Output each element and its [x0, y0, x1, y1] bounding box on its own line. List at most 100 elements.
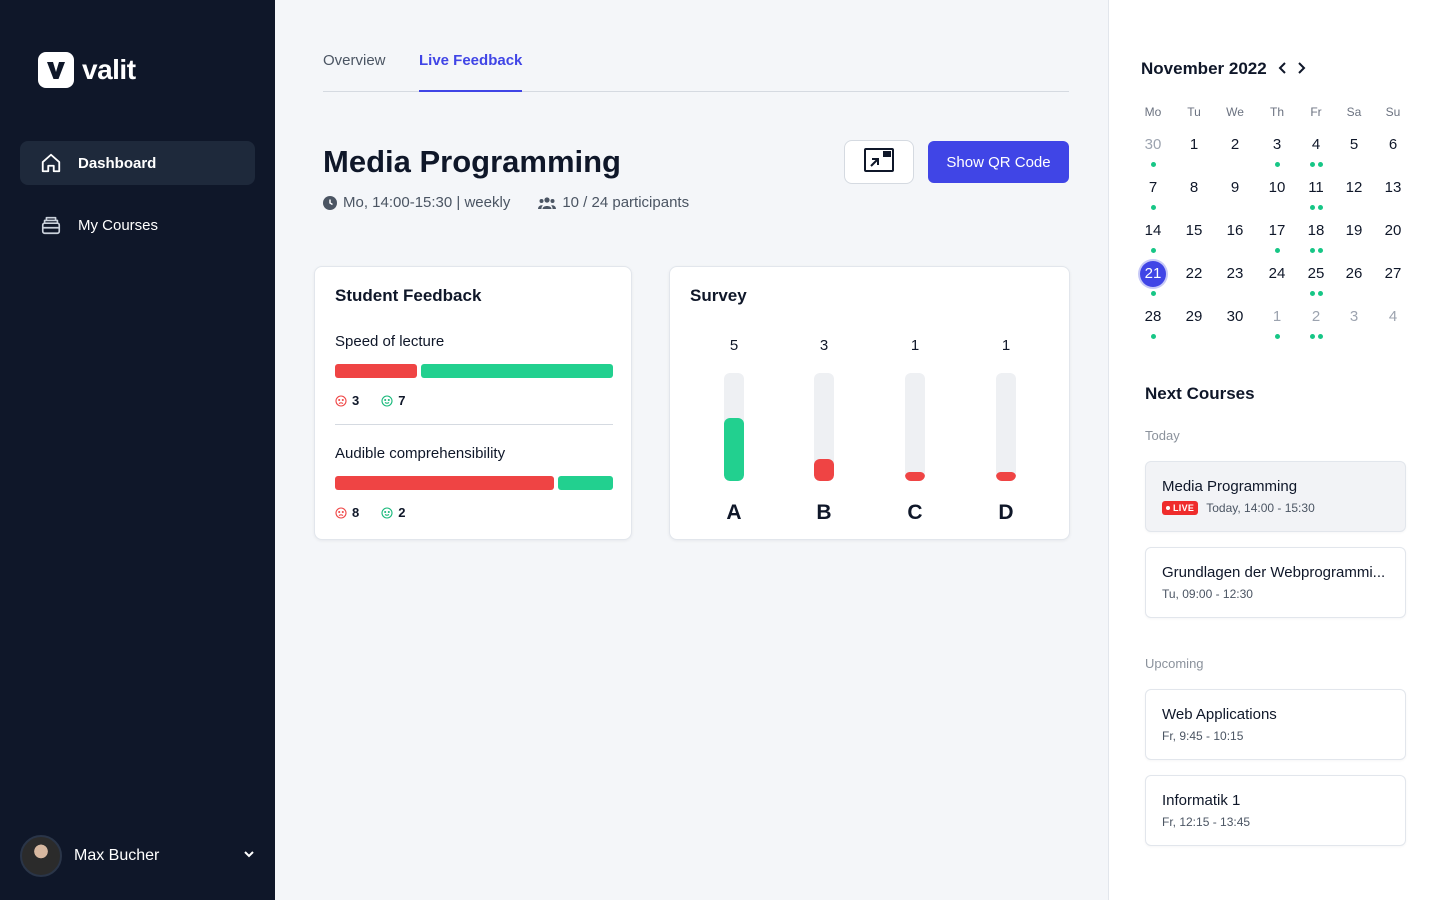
card-title: Student Feedback — [335, 286, 482, 305]
page-title: Media Programming — [323, 144, 621, 179]
present-icon — [863, 147, 895, 178]
course-card[interactable]: Grundlagen der Webprogrammi... Tu, 09:00… — [1145, 547, 1406, 618]
calendar-day[interactable]: 24 — [1257, 261, 1297, 301]
chevron-down-icon[interactable] — [242, 847, 256, 866]
course-card[interactable]: Media Programming LIVE Today, 14:00 - 15… — [1145, 461, 1406, 532]
event-dot — [1150, 334, 1156, 339]
day-number: 1 — [1272, 308, 1282, 325]
day-number: 27 — [1384, 265, 1402, 282]
event-dot — [1150, 291, 1156, 296]
calendar-title: November 2022 — [1141, 59, 1267, 78]
calendar-day[interactable]: 4 — [1373, 304, 1413, 344]
user-menu[interactable]: Max Bucher — [20, 835, 260, 877]
survey-bar: 1D — [986, 337, 1026, 527]
calendar-day[interactable]: 20 — [1373, 218, 1413, 258]
show-qr-code-button[interactable]: Show QR Code — [928, 141, 1069, 183]
course-card[interactable]: Informatik 1 Fr, 12:15 - 13:45 — [1145, 775, 1406, 846]
calendar-day[interactable]: 30 — [1133, 132, 1173, 172]
positive-count: 2 — [398, 505, 406, 520]
calendar-day[interactable]: 7 — [1133, 175, 1173, 215]
feedback-bar — [335, 476, 613, 490]
event-dot — [1317, 334, 1323, 339]
user-name: Max Bucher — [74, 847, 160, 864]
negative-segment — [335, 364, 417, 378]
calendar-day[interactable]: 28 — [1133, 304, 1173, 344]
day-number: 19 — [1345, 222, 1363, 239]
live-label: LIVE — [1173, 503, 1195, 513]
calendar-day[interactable]: 14 — [1133, 218, 1173, 258]
event-dot — [1150, 248, 1156, 253]
sidebar-item-dashboard[interactable]: Dashboard — [20, 141, 255, 185]
calendar-day[interactable]: 9 — [1215, 175, 1255, 215]
calendar-day[interactable]: 17 — [1257, 218, 1297, 258]
calendar-day[interactable]: 26 — [1334, 261, 1374, 301]
day-number: 25 — [1307, 265, 1325, 282]
brand-name: valit — [82, 54, 136, 85]
day-number: 22 — [1185, 265, 1203, 282]
home-icon — [40, 152, 62, 174]
day-number: 12 — [1345, 179, 1363, 196]
sidebar-item-my-courses[interactable]: My Courses — [20, 203, 255, 247]
calendar-day[interactable]: 30 — [1215, 304, 1255, 344]
calendar-day[interactable]: 4 — [1296, 132, 1336, 172]
survey-fill — [996, 472, 1016, 481]
event-dot — [1274, 162, 1280, 167]
calendar-day[interactable]: 1 — [1257, 304, 1297, 344]
calendar-day[interactable]: 18 — [1296, 218, 1336, 258]
survey-bar: 5A — [714, 337, 754, 527]
survey-fill — [724, 418, 744, 481]
feedback-counts: 3 7 — [335, 393, 427, 408]
calendar-day[interactable]: 23 — [1215, 261, 1255, 301]
day-number: 10 — [1268, 179, 1286, 196]
calendar-day[interactable]: 10 — [1257, 175, 1297, 215]
negative-count: 8 — [352, 505, 360, 520]
calendar-day[interactable]: 8 — [1174, 175, 1214, 215]
calendar-day[interactable]: 2 — [1296, 304, 1336, 344]
upcoming-label: Upcoming — [1145, 656, 1204, 671]
event-dot — [1274, 334, 1280, 339]
calendar-day[interactable]: 19 — [1334, 218, 1374, 258]
tab-overview[interactable]: Overview — [323, 52, 386, 92]
calendar-day[interactable]: 29 — [1174, 304, 1214, 344]
calendar-day[interactable]: 2 — [1215, 132, 1255, 172]
happy-face-icon — [381, 506, 393, 519]
calendar-day[interactable]: 27 — [1373, 261, 1413, 301]
chevron-right-icon[interactable] — [1293, 60, 1309, 76]
present-button[interactable] — [844, 140, 914, 184]
calendar-day[interactable]: 3 — [1334, 304, 1374, 344]
tab-live-feedback[interactable]: Live Feedback — [419, 52, 523, 92]
survey-bar: 3B — [804, 337, 844, 527]
survey-count: 5 — [729, 337, 739, 354]
feedback-label: Speed of lecture — [335, 333, 445, 350]
calendar-day[interactable]: 13 — [1373, 175, 1413, 215]
calendar-day[interactable]: 3 — [1257, 132, 1297, 172]
calendar-day[interactable]: 16 — [1215, 218, 1255, 258]
day-number: 2 — [1230, 136, 1240, 153]
calendar-day[interactable]: 1 — [1174, 132, 1214, 172]
calendar-day[interactable]: 12 — [1334, 175, 1374, 215]
event-dot — [1317, 291, 1323, 296]
survey-fill — [905, 472, 925, 481]
calendar-day[interactable]: 11 — [1296, 175, 1336, 215]
course-name: Grundlagen der Webprogrammi... — [1162, 564, 1386, 581]
brand-logo[interactable]: valit — [38, 52, 136, 88]
course-time: Tu, 09:00 - 12:30 — [1162, 587, 1253, 601]
day-number: 6 — [1388, 136, 1398, 153]
day-number: 14 — [1144, 222, 1162, 239]
survey-count: 1 — [910, 337, 920, 354]
survey-count: 3 — [819, 337, 829, 354]
weekday-label: Fr — [1310, 105, 1322, 119]
weekday-label: We — [1226, 105, 1244, 119]
calendar-day[interactable]: 5 — [1334, 132, 1374, 172]
right-panel: November 2022 Mo Tu We Th Fr Sa Su 30 1 2 3 4 5 6 7 8 9 1… — [1108, 0, 1440, 900]
course-card[interactable]: Web Applications Fr, 9:45 - 10:15 — [1145, 689, 1406, 760]
calendar-day[interactable]: 22 — [1174, 261, 1214, 301]
feedback-bar — [335, 364, 613, 378]
calendar-day[interactable]: 6 — [1373, 132, 1413, 172]
calendar-day-today[interactable]: 21 — [1133, 261, 1173, 301]
event-dot — [1317, 248, 1323, 253]
calendar-day[interactable]: 15 — [1174, 218, 1214, 258]
sidebar-item-label: Dashboard — [78, 154, 157, 172]
chevron-left-icon[interactable] — [1275, 60, 1291, 76]
calendar-day[interactable]: 25 — [1296, 261, 1336, 301]
